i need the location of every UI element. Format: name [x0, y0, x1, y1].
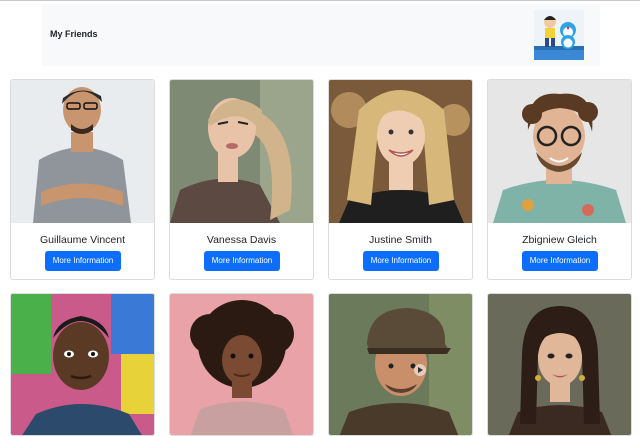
friend-name: Guillaume Vincent	[39, 234, 126, 246]
friend-photo	[329, 80, 472, 223]
friend-name: Vanessa Davis	[206, 234, 277, 246]
more-information-button[interactable]: More Information	[204, 251, 280, 271]
doraemon-figures-icon[interactable]	[534, 10, 584, 60]
friend-photo	[488, 80, 631, 223]
friend-card: Vanessa Davis More Information	[169, 79, 314, 280]
friend-card: Justine Smith More Information	[328, 79, 473, 280]
friend-photo	[11, 80, 154, 223]
friend-photo	[11, 294, 154, 435]
more-information-button[interactable]: More Information	[522, 251, 598, 271]
friend-card	[328, 293, 473, 436]
friend-card	[169, 293, 314, 436]
friend-photo	[170, 80, 313, 223]
friend-photo	[329, 294, 472, 435]
brand-title[interactable]: My Friends	[50, 29, 98, 39]
friend-photo	[488, 294, 631, 435]
more-information-button[interactable]: More Information	[363, 251, 439, 271]
friend-name: Zbigniew Gleich	[522, 234, 597, 246]
friend-photo	[170, 294, 313, 435]
play-icon[interactable]	[413, 363, 427, 377]
friend-name: Justine Smith	[368, 234, 433, 246]
friend-card	[487, 293, 632, 436]
navbar: My Friends	[42, 4, 600, 66]
friend-card: Guillaume Vincent More Information	[10, 79, 155, 280]
friend-card: Zbigniew Gleich More Information	[487, 79, 632, 280]
friend-card	[10, 293, 155, 436]
more-information-button[interactable]: More Information	[45, 251, 121, 271]
top-divider	[0, 0, 640, 1]
